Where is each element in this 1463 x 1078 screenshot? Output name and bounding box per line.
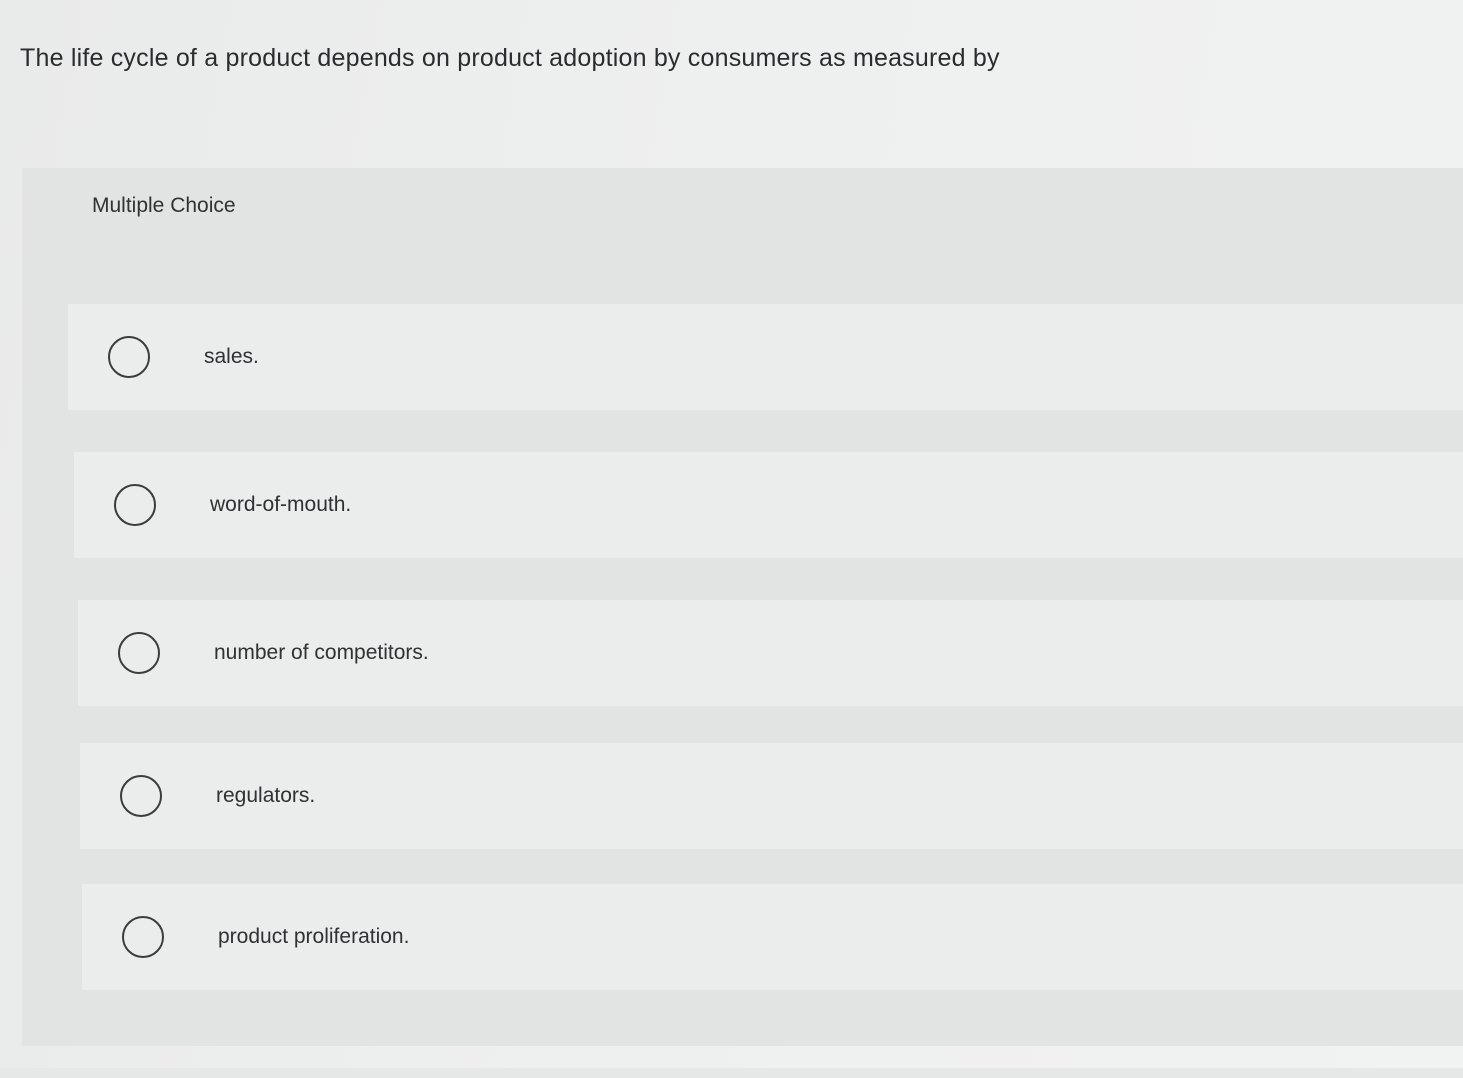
answer-option-label: regulators. (216, 784, 316, 807)
radio-button-icon[interactable] (108, 336, 150, 378)
answer-option-label: number of competitors. (214, 641, 429, 664)
multiple-choice-panel: Multiple Choice sales. word-of-mouth. nu… (22, 168, 1463, 1046)
answer-option-number-of-competitors[interactable]: number of competitors. (78, 600, 1463, 706)
radio-button-icon[interactable] (114, 484, 156, 526)
page-bottom-edge (0, 1068, 1463, 1078)
question-text: The life cycle of a product depends on p… (20, 44, 1000, 72)
answer-option-label: sales. (204, 345, 259, 368)
radio-button-icon[interactable] (118, 632, 160, 674)
answer-option-product-proliferation[interactable]: product proliferation. (82, 884, 1463, 990)
answer-options: sales. word-of-mouth. number of competit… (22, 168, 1463, 1046)
answer-option-sales[interactable]: sales. (68, 304, 1463, 410)
answer-option-word-of-mouth[interactable]: word-of-mouth. (74, 452, 1463, 558)
answer-option-label: word-of-mouth. (210, 493, 352, 516)
answer-option-regulators[interactable]: regulators. (80, 743, 1463, 849)
radio-button-icon[interactable] (120, 775, 162, 817)
answer-option-label: product proliferation. (218, 925, 410, 948)
radio-button-icon[interactable] (122, 916, 164, 958)
